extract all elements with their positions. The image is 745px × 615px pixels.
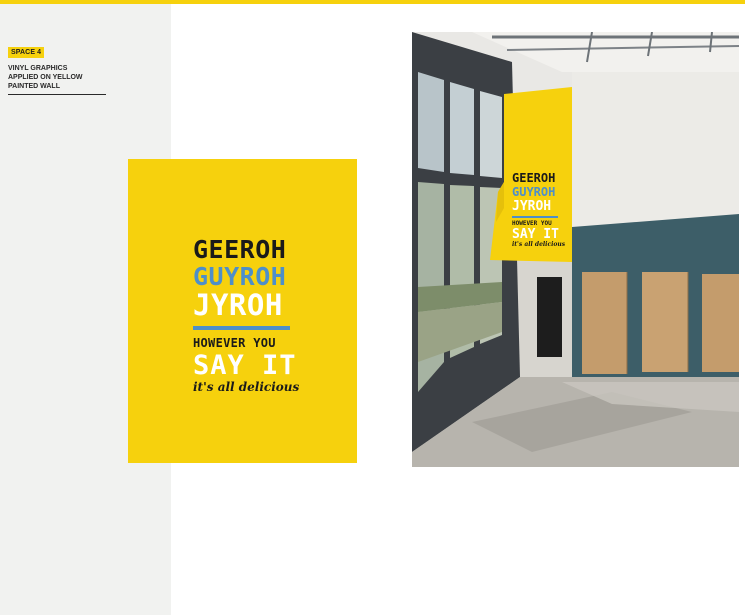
poster-line-geeroh: GEEROH: [193, 235, 287, 264]
banner-line-jyroh: JYROH: [512, 199, 552, 214]
poster-text-block: GEEROH GUYROH JYROH HOWEVER YOU SAY IT i…: [193, 235, 300, 394]
interior-scene-image: [412, 32, 739, 467]
space-badge: SPACE 4: [8, 47, 45, 58]
poster-line-jyroh: JYROH: [193, 288, 283, 322]
poster-divider: [193, 326, 290, 330]
page: SPACE 4 VINYL GRAPHICS APPLIED ON YELLOW…: [0, 0, 745, 615]
poster-artwork: GEEROH GUYROH JYROH HOWEVER YOU SAY IT i…: [128, 159, 357, 463]
poster-line-however-you: HOWEVER YOU: [193, 336, 276, 350]
wall-banner-text: GEEROH GUYROH JYROH HOWEVER YOU SAY IT i…: [512, 172, 572, 248]
banner-line-say-it: SAY IT: [512, 227, 559, 242]
poster-line-guyroh: GUYROH: [193, 262, 287, 291]
poster-tagline: it's all delicious: [193, 380, 300, 394]
banner-line-geeroh: GEEROH: [512, 171, 556, 185]
banner-tagline: it's all delicious: [512, 241, 566, 248]
banner-line-guyroh: GUYROH: [512, 185, 556, 199]
banner-divider: [512, 216, 558, 218]
poster-line-say-it: SAY IT: [193, 350, 297, 381]
space-description: VINYL GRAPHICS APPLIED ON YELLOW PAINTED…: [8, 64, 106, 95]
installation-photo: GEEROH GUYROH JYROH HOWEVER YOU SAY IT i…: [412, 32, 739, 467]
